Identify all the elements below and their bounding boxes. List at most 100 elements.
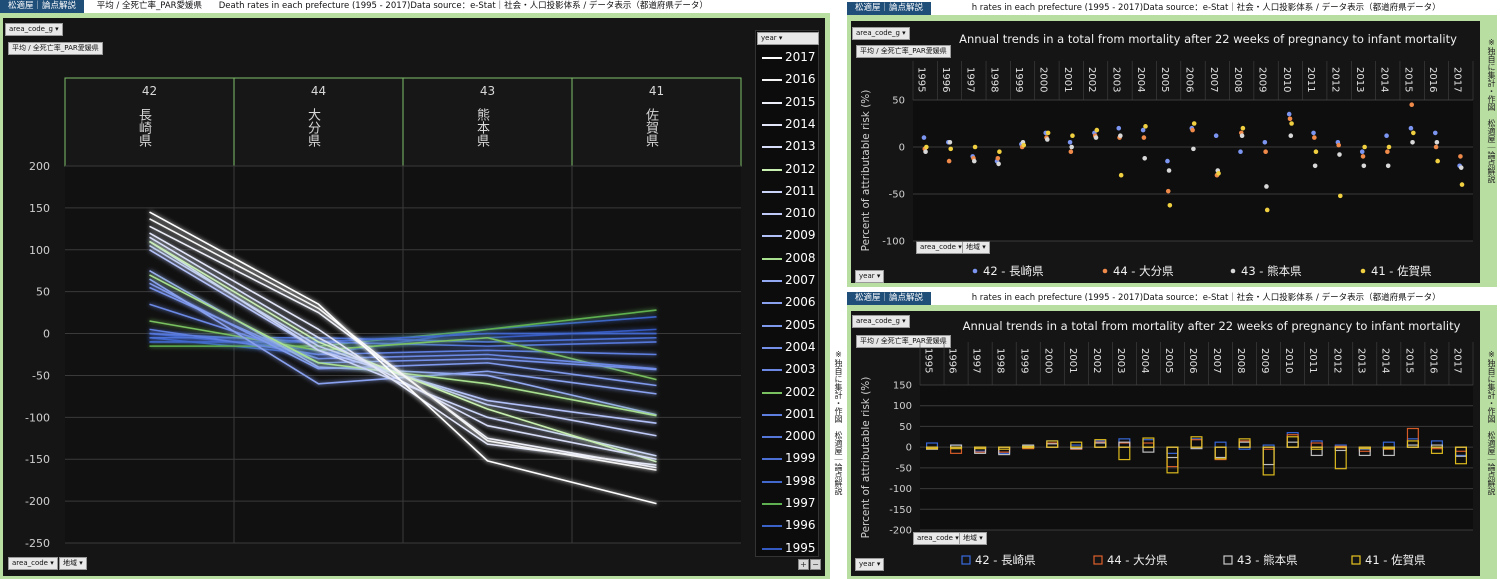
scatter-point-44 - 大分県 <box>1165 188 1171 194</box>
scatter-point-44 - 大分県 <box>1458 154 1463 159</box>
legend-item-2010[interactable]: 2010 <box>760 203 818 225</box>
legend-label: 2016 <box>785 72 816 87</box>
x-category-label: 2013 <box>1354 67 1365 92</box>
scatter-point-42 - 長崎県 <box>1384 133 1389 139</box>
x-category-label: 2010 <box>1281 67 1292 92</box>
left-side-note: ※独自に集計・作図 松適屋｜論点解説 <box>834 350 843 495</box>
scatter-point-42 - 長崎県 <box>1165 158 1170 164</box>
legend-swatch <box>762 146 782 149</box>
legend-item-2000[interactable]: 2000 <box>760 426 818 448</box>
legend-label: 2000 <box>785 429 816 444</box>
legend-marker <box>1223 555 1233 565</box>
scatter-point-43 - 熊本県 <box>1385 163 1391 169</box>
x-category-label: 2017 <box>1451 348 1462 373</box>
y-tick-label: -200 <box>889 526 912 537</box>
category-name-label: 大分県 <box>305 108 321 147</box>
legend-swatch <box>762 79 782 82</box>
right-top-side-note: ※独自に集計・作図 松適屋｜論点解説 <box>1487 38 1496 183</box>
scatter-point-42 - 長崎県 <box>1286 111 1292 117</box>
scatter-point-43 - 熊本県 <box>1312 163 1318 169</box>
legend-item-2002[interactable]: 2002 <box>760 382 818 404</box>
legend-item-2003[interactable]: 2003 <box>760 359 818 381</box>
scatter-point-43 - 熊本県 <box>1239 133 1245 139</box>
legend-marker <box>1351 555 1361 565</box>
x-category-label: 2012 <box>1331 348 1342 373</box>
legend-item-2007[interactable]: 2007 <box>760 270 818 292</box>
scatter-point-42 - 長崎県 <box>1311 130 1316 136</box>
plot-background <box>920 385 1473 530</box>
legend-item-2009[interactable]: 2009 <box>760 225 818 247</box>
legend-item-2004[interactable]: 2004 <box>760 337 818 359</box>
scatter-point-41 - 佐賀県 <box>1094 127 1100 133</box>
legend-item-2001[interactable]: 2001 <box>760 404 818 426</box>
legend-swatch <box>762 525 782 528</box>
y-tick-label: 150 <box>893 381 912 392</box>
scatter-point-41 - 佐賀県 <box>1386 144 1392 150</box>
legend-label: 2012 <box>785 161 816 176</box>
x-category-label: 2016 <box>1427 348 1438 373</box>
x-category-label: 2006 <box>1187 348 1198 373</box>
scatter-point-43 - 熊本県 <box>947 140 953 145</box>
legend-item-2012[interactable]: 2012 <box>760 159 818 181</box>
brand-label: 松適屋｜論点解説 <box>847 2 932 15</box>
legend-item-2016[interactable]: 2016 <box>760 69 818 91</box>
header-subtitle: h rates in each prefecture (1995 - 2017)… <box>971 3 1441 13</box>
legend-item-1999[interactable]: 1999 <box>760 448 818 470</box>
x-category-label: 2013 <box>1355 348 1366 373</box>
scatter-point-43 - 熊本県 <box>1410 140 1415 145</box>
legend-item-1998[interactable]: 1998 <box>760 471 818 493</box>
x-category-label: 2000 <box>1037 67 1048 92</box>
legend-swatch <box>762 436 782 439</box>
y-tick-label: -50 <box>896 463 912 474</box>
legend-item-2013[interactable]: 2013 <box>760 136 818 158</box>
legend-marker <box>961 555 971 565</box>
legend-item-2011[interactable]: 2011 <box>760 181 818 203</box>
year-filter-chip[interactable]: year ▾ <box>757 32 819 45</box>
legend-label: 42 - 長崎県 <box>975 553 1036 567</box>
legend-item-1997[interactable]: 1997 <box>760 493 818 515</box>
legend-item-2005[interactable]: 2005 <box>760 315 818 337</box>
x-category-label: 2003 <box>1110 67 1121 92</box>
scatter-point-41 - 佐賀県 <box>1191 121 1197 126</box>
legend-label: 2009 <box>785 228 816 243</box>
x-category-label: 1997 <box>964 67 975 92</box>
legend-item-1996[interactable]: 1996 <box>760 515 818 537</box>
scatter-point-42 - 長崎県 <box>1408 125 1414 131</box>
x-category-label: 1995 <box>923 348 934 373</box>
scatter-point-41 - 佐賀県 <box>1435 158 1440 164</box>
legend-item-2006[interactable]: 2006 <box>760 292 818 314</box>
scatter-point-42 - 長崎県 <box>1432 130 1438 136</box>
header-subtitle: h rates in each prefecture (1995 - 2017)… <box>971 293 1441 303</box>
x-category-label: 1996 <box>940 67 951 92</box>
legend-label: 2015 <box>785 94 816 109</box>
legend-label: 2008 <box>785 250 816 265</box>
legend-item-2008[interactable]: 2008 <box>760 248 818 270</box>
scatter-point-41 - 佐賀県 <box>1021 142 1027 148</box>
scatter-point-43 - 熊本県 <box>1118 133 1123 139</box>
y-tick-label: -100 <box>882 237 905 248</box>
legend-swatch <box>762 302 782 305</box>
legend-marker <box>1093 555 1103 565</box>
scatter-point-44 - 大分県 <box>1409 102 1415 107</box>
scatter-point-43 - 熊本県 <box>1191 146 1196 152</box>
legend-item-2015[interactable]: 2015 <box>760 92 818 114</box>
legend-item-2014[interactable]: 2014 <box>760 114 818 136</box>
y-tick-label: 50 <box>892 96 905 107</box>
legend-label: 2005 <box>785 317 816 332</box>
scatter-point-43 - 熊本県 <box>996 161 1001 167</box>
scatter-point-44 - 大分県 <box>1312 135 1317 140</box>
legend-item-1995[interactable]: 1995 <box>760 538 818 560</box>
y-tick-label: -100 <box>25 411 50 424</box>
right-top-header: 松適屋｜論点解説 h rates in each prefecture (199… <box>847 2 1500 15</box>
legend-swatch <box>762 324 782 327</box>
scatter-point-43 - 熊本県 <box>971 158 977 164</box>
y-tick-label: 0 <box>899 143 905 154</box>
legend-label: 2017 <box>785 50 816 64</box>
legend-item-2017[interactable]: 2017 <box>760 47 818 69</box>
right-bottom-header: 松適屋｜論点解説 h rates in each prefecture (199… <box>847 292 1500 305</box>
legend-swatch <box>762 346 782 349</box>
scatter-point-41 - 佐賀県 <box>1216 171 1221 176</box>
x-category-label: 1999 <box>1019 348 1030 373</box>
x-category-label: 2004 <box>1139 348 1150 373</box>
scatter-point-43 - 熊本県 <box>923 149 928 154</box>
